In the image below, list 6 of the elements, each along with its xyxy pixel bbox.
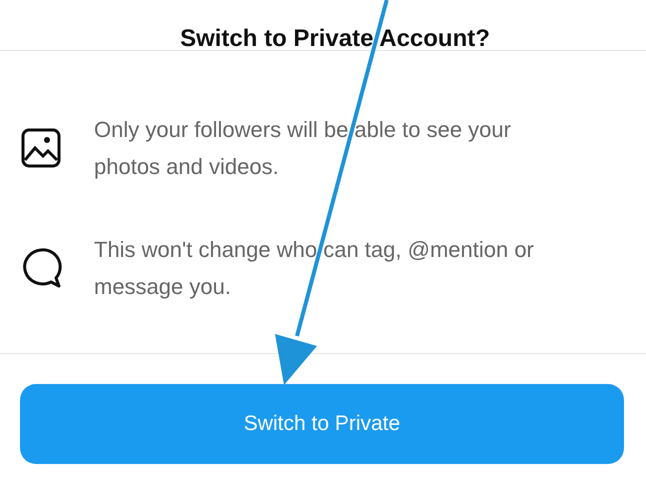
- speech-bubble-icon: [20, 247, 62, 289]
- image-icon: [20, 127, 62, 169]
- description-text: This won't change who can tag, @mention or message you.: [94, 236, 535, 301]
- description-text: Only your followers will be able to see your photos and videos.: [94, 116, 512, 181]
- dialog-title: Switch to Private Account?: [179, 24, 491, 50]
- switch-to-private-button[interactable]: Switch to Private: [20, 384, 624, 464]
